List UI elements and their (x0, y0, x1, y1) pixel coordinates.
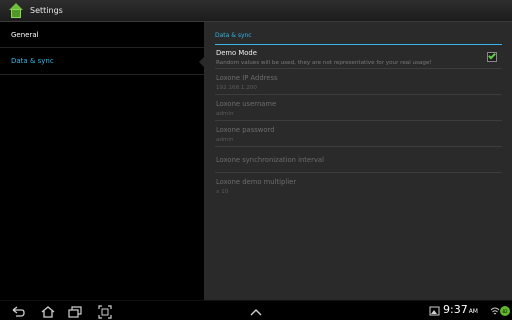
gallery-icon (429, 306, 440, 316)
demo-multiplier-preference: Loxone demo multiplier x 10 (215, 173, 502, 199)
preference-summary: 192.168.1.200 (216, 85, 257, 91)
sidebar-item-label: General (11, 30, 39, 39)
password-preference: Loxone password admin (215, 121, 502, 147)
status-clock: 9:37AM (443, 303, 478, 316)
preference-summary: Random values will be used, they are not… (216, 60, 432, 66)
settings-sidebar: General Data & sync (0, 22, 204, 300)
preference-title: Loxone demo multiplier (216, 178, 297, 186)
checkmark-icon (488, 51, 496, 60)
preference-summary: admin (216, 111, 234, 117)
action-bar: Settings (0, 0, 512, 22)
app-home-icon[interactable] (8, 2, 24, 19)
demo-mode-checkbox[interactable] (487, 51, 497, 62)
preferences-panel: Data & sync Demo Mode Random values will… (204, 22, 512, 300)
back-icon[interactable] (10, 304, 26, 318)
system-navigation-bar: 9:37AM 82 (0, 300, 512, 320)
preference-title: Loxone password (216, 126, 275, 134)
preference-title: Loxone synchronization interval (216, 155, 324, 164)
chevron-up-icon[interactable] (248, 304, 264, 318)
battery-icon: 82 (500, 306, 510, 316)
ip-address-preference: Loxone IP Address 192.168.1.200 (215, 69, 502, 95)
home-icon[interactable] (40, 304, 56, 318)
section-header: Data & sync (215, 22, 502, 45)
wifi-icon (490, 307, 500, 315)
demo-mode-preference[interactable]: Demo Mode Random values will be used, th… (215, 45, 502, 69)
preference-title: Loxone username (216, 100, 277, 108)
screenshot-icon[interactable] (97, 304, 113, 319)
preference-title: Demo Mode (216, 49, 257, 57)
preference-summary: admin (216, 137, 234, 143)
recent-apps-icon[interactable] (67, 304, 83, 318)
page-title: Settings (30, 6, 63, 15)
sidebar-item-label: Data & sync (11, 57, 54, 65)
username-preference: Loxone username admin (215, 95, 502, 121)
preference-title: Loxone IP Address (216, 74, 278, 82)
sidebar-item-data-sync[interactable]: Data & sync (0, 48, 204, 75)
sync-interval-preference: Loxone synchronization interval (215, 147, 502, 173)
preference-summary: x 10 (216, 189, 229, 195)
sidebar-item-general[interactable]: General (0, 22, 204, 48)
